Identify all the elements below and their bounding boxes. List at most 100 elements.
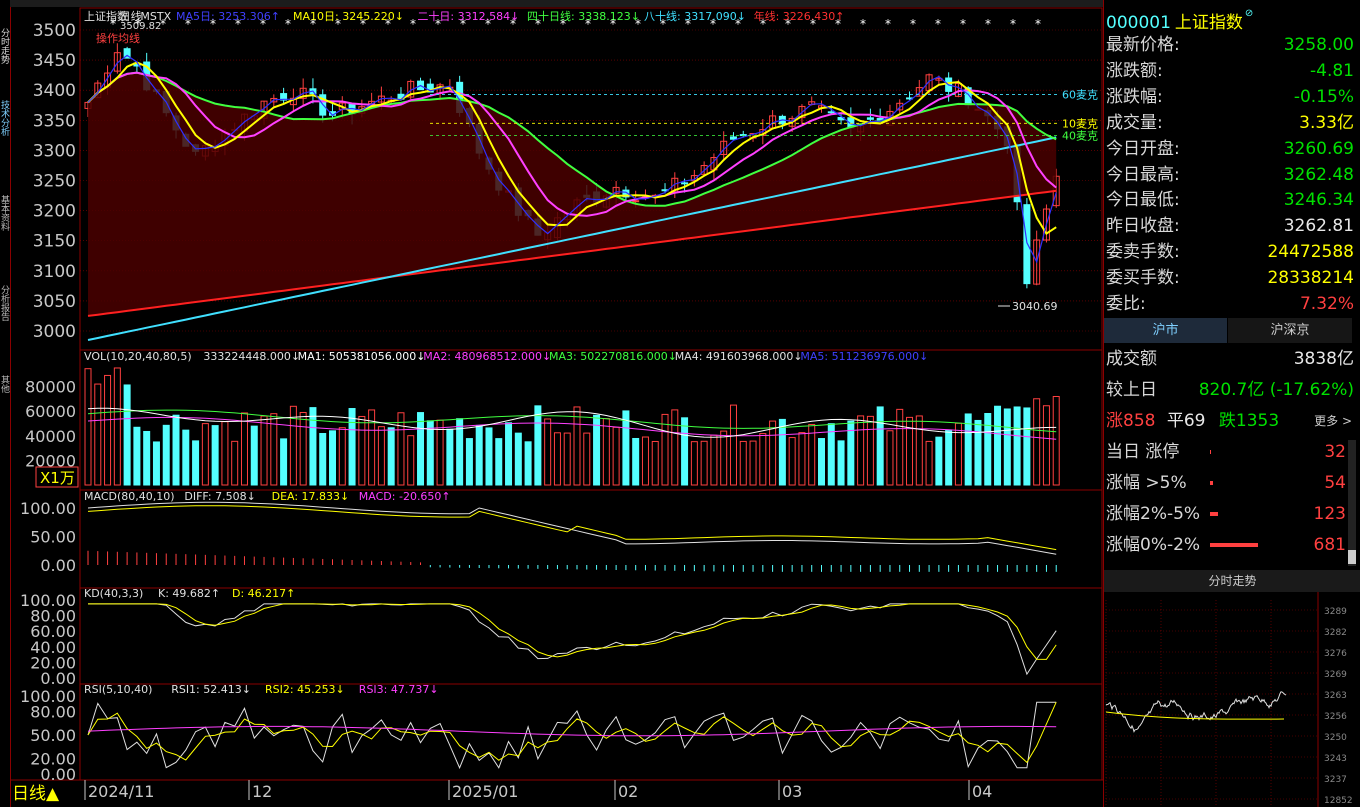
quote-label: 委卖手数: xyxy=(1106,242,1180,263)
macd-legend-item: MACD: -20.650↑ xyxy=(359,490,451,503)
vol-legend-item: 333224448.000↓ xyxy=(203,350,300,363)
dist-row: 涨幅 >5% 54 xyxy=(1106,471,1346,495)
volume-bar xyxy=(475,424,483,486)
volume-bar xyxy=(612,426,620,486)
vol-legend-item: MA1: 505381056.000↓ xyxy=(298,350,426,363)
volume-bar xyxy=(994,405,1002,486)
intraday-tick: 3237 xyxy=(1324,775,1347,785)
signal-star: * xyxy=(635,17,641,31)
volume-bar xyxy=(553,432,561,486)
vs-prev-value: 820.7亿 (-17.62%) xyxy=(1198,380,1354,400)
volume-bar xyxy=(524,441,532,486)
turnover-label: 成交额 xyxy=(1106,349,1157,369)
scrollbar[interactable] xyxy=(1348,440,1356,566)
quote-label: 最新价格: xyxy=(1106,35,1180,55)
quote-value: 28338214 xyxy=(1267,268,1354,289)
quote-value: 3246.34 xyxy=(1283,190,1354,211)
volume-bar xyxy=(769,420,777,486)
quote-label: 今日最高: xyxy=(1106,164,1180,185)
macd-tick: 50.00 xyxy=(30,528,76,547)
signal-star: * xyxy=(260,17,266,31)
quote-value: 3260.69 xyxy=(1283,138,1354,159)
volume-bar xyxy=(583,432,591,486)
tab-shanghai[interactable]: 沪市 xyxy=(1104,318,1227,343)
ma-fill-area xyxy=(88,72,1057,316)
volume-bar xyxy=(465,438,473,486)
vs-prev-row: 较上日 820.7亿 (-17.62%) xyxy=(1106,378,1354,402)
signal-star: * xyxy=(360,17,366,31)
rsi3-line xyxy=(87,725,1057,737)
vs-prev-label: 较上日 xyxy=(1106,380,1157,400)
volume-bar xyxy=(710,434,718,486)
info-circle-icon[interactable]: ⊘ xyxy=(1245,8,1253,19)
signal-star: * xyxy=(385,17,391,31)
volume-bar xyxy=(113,367,121,486)
volume-bar xyxy=(886,430,894,486)
main-legend-item: 四十日线: 3338.123↓ xyxy=(527,9,640,23)
period-label[interactable]: 日线▲ xyxy=(12,779,59,804)
intraday-title[interactable]: 分时走势 xyxy=(1104,570,1360,592)
intraday-tick: 3269 xyxy=(1324,670,1347,680)
price-tick: 3450 xyxy=(33,51,76,71)
date-label: 02 xyxy=(618,782,638,801)
signal-star: * xyxy=(585,17,591,31)
volume-bar xyxy=(739,440,747,486)
signal-star: * xyxy=(310,17,316,31)
volume-bar xyxy=(260,415,268,486)
volume-bar xyxy=(84,368,92,486)
quote-value: 7.32% xyxy=(1299,294,1354,314)
dist-label: 涨幅2%-5% xyxy=(1106,504,1201,524)
intraday-tick: 3276 xyxy=(1324,649,1347,659)
volume-bar xyxy=(231,440,239,486)
date-label: 04 xyxy=(972,782,992,801)
price-tick: 3150 xyxy=(33,232,76,252)
price-tick: 3300 xyxy=(33,141,76,161)
volume-bar xyxy=(172,414,180,486)
market-tabs[interactable]: 沪市 沪深京 xyxy=(1104,318,1354,343)
stock-name: 上证指数 xyxy=(1174,13,1243,33)
candle-body xyxy=(729,136,737,140)
more-link[interactable]: 更多 > xyxy=(1314,409,1352,433)
kline-chart[interactable]: 3500 3450 3400 3350 3300 3250 3200 3150 3100 3050… xyxy=(0,0,1104,807)
volume-bar xyxy=(563,432,571,486)
quote-row: 最新价格: 3258.00 xyxy=(1106,33,1354,57)
volume-bar xyxy=(622,410,630,486)
volume-bar xyxy=(1003,408,1011,486)
volume-bar xyxy=(1033,398,1041,486)
tab-all-market[interactable]: 沪深京 xyxy=(1228,318,1352,343)
signal-star: * xyxy=(935,17,941,31)
volume-bar xyxy=(250,425,258,486)
ma-guide-label: 60麦克 xyxy=(1062,88,1098,101)
quote-label: 涨跌幅: xyxy=(1106,86,1163,107)
quote-label: 委买手数: xyxy=(1106,268,1180,289)
volume-bar xyxy=(700,440,708,486)
intraday-tick: 3250 xyxy=(1324,733,1347,743)
vol-unit: X1万 xyxy=(40,469,75,487)
volume-bar xyxy=(671,409,679,486)
volume-bar xyxy=(651,440,659,486)
volume-bar xyxy=(1023,407,1031,486)
volume-bar xyxy=(319,433,327,486)
volume-bar xyxy=(299,411,307,486)
signal-star: * xyxy=(910,17,916,31)
candle-body xyxy=(632,200,640,203)
dea-line xyxy=(87,505,1057,551)
volume-bar xyxy=(818,438,825,486)
date-label: 2025/01 xyxy=(452,782,518,801)
intraday-mini-chart[interactable]: 3289 3282 3276 3269 3263 3256 3250 3243 3237 1285… xyxy=(1104,592,1360,807)
quote-value: 3258.00 xyxy=(1283,35,1354,55)
volume-bar xyxy=(759,433,767,486)
vol-legend-item: MA4: 491603968.000↓ xyxy=(675,350,803,363)
dist-bar xyxy=(1210,481,1213,485)
quote-label: 今日开盘: xyxy=(1106,138,1180,159)
volume-bar xyxy=(788,437,796,486)
dist-row: 涨幅0%-2% 681 xyxy=(1106,533,1346,557)
volume-bar xyxy=(915,415,923,486)
signal-star: * xyxy=(685,17,691,31)
quote-row: 昨日收盘: 3262.81 xyxy=(1106,214,1354,238)
signal-star: * xyxy=(410,17,416,31)
signal-star: * xyxy=(560,17,566,31)
rsi-tick: 80.00 xyxy=(30,703,76,722)
candle-body xyxy=(1023,204,1031,285)
volume-bar xyxy=(935,436,943,486)
